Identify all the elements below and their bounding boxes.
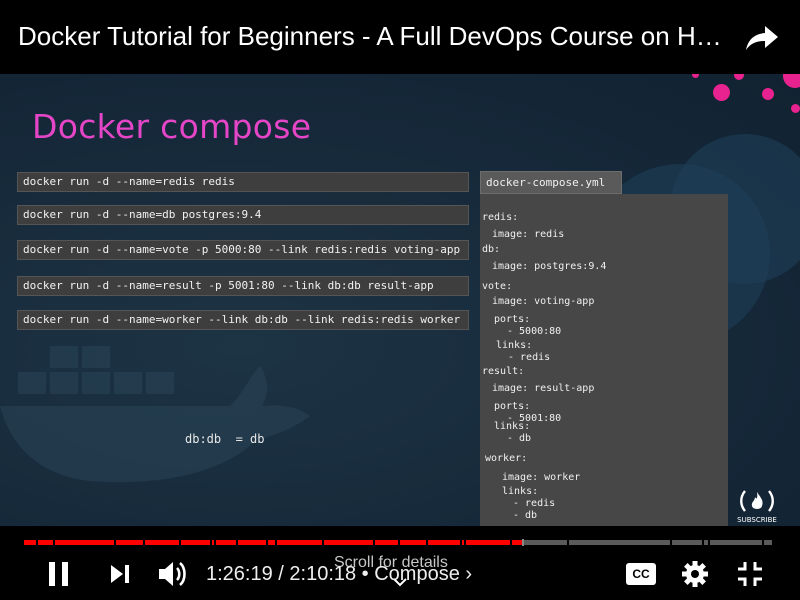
chapter-segment-remaining[interactable] [672, 540, 702, 545]
pause-icon [49, 562, 68, 586]
command-line: docker run -d --name=worker --link db:db… [17, 310, 469, 330]
exit-fullscreen-icon [738, 562, 762, 586]
freecodecamp-flame-icon [740, 490, 774, 512]
video-player[interactable]: Docker compose docker run -d --name=redi… [0, 74, 800, 526]
chapter-segment-played[interactable] [428, 540, 460, 545]
command-line: docker run -d --name=result -p 5001:80 -… [17, 276, 469, 296]
yaml-line: image: worker [502, 472, 581, 483]
accent-dot [734, 74, 744, 80]
gear-icon [682, 561, 708, 587]
player-controls: Scroll for details 1:26:19 / 2:10:18 • C… [0, 526, 800, 600]
captions-label: CC [632, 567, 650, 581]
yaml-line: - redis [513, 498, 556, 509]
chapter-segment-played[interactable] [324, 540, 373, 545]
scrubber-handle[interactable] [521, 539, 524, 546]
yaml-line: links: [502, 486, 539, 497]
chapter-segment-remaining[interactable] [569, 540, 670, 545]
chapter-segment-remaining[interactable] [710, 540, 762, 545]
yaml-line: image: result-app [492, 383, 595, 394]
docker-whale-watermark [0, 346, 310, 483]
yaml-line: image: postgres:9.4 [492, 261, 607, 272]
pause-button[interactable] [46, 560, 72, 588]
settings-button[interactable] [681, 560, 709, 588]
chapter-chevron-icon: › [465, 563, 473, 585]
progress-bar[interactable] [24, 539, 774, 546]
chapter-segment-played[interactable] [24, 540, 36, 545]
yaml-line: links: [496, 340, 533, 351]
slide-title: Docker compose [32, 107, 312, 146]
exit-fullscreen-button[interactable] [736, 560, 764, 588]
command-line: docker run -d --name=redis redis [17, 172, 469, 192]
chapter-segment-played[interactable] [268, 540, 275, 545]
accent-dot [783, 74, 800, 88]
command-line: docker run -d --name=db postgres:9.4 [17, 205, 469, 225]
chapter-segment-played[interactable] [181, 540, 210, 545]
accent-dot [791, 104, 800, 113]
chapter-segment-played[interactable] [238, 540, 266, 545]
accent-dot [762, 88, 774, 100]
yaml-line: - redis [508, 352, 551, 363]
chapter-segment-played[interactable] [462, 540, 464, 545]
accent-dot [713, 84, 730, 101]
chapter-segment-remaining[interactable] [764, 540, 772, 545]
yaml-line: vote: [482, 281, 513, 292]
next-icon [111, 565, 129, 583]
chapter-segment-played[interactable] [55, 540, 114, 545]
yaml-line: - db [507, 433, 532, 444]
time-display[interactable]: 1:26:19 / 2:10:18 • Compose › [206, 562, 472, 586]
yaml-line: links: [494, 421, 531, 432]
chapter-segment-played[interactable] [145, 540, 179, 545]
yaml-line: db: [482, 244, 501, 255]
time-chapter-text: 1:26:19 / 2:10:18 • Compose [206, 563, 460, 585]
video-title[interactable]: Docker Tutorial for Beginners - A Full D… [18, 20, 728, 52]
command-line: docker run -d --name=vote -p 5000:80 --l… [17, 240, 469, 260]
volume-icon [159, 562, 186, 586]
title-bar: Docker Tutorial for Beginners - A Full D… [0, 0, 800, 74]
link-alias-note: db:db = db [185, 432, 265, 446]
captions-button[interactable]: CC [626, 563, 656, 585]
chapter-segment-remaining[interactable] [704, 540, 708, 545]
volume-button[interactable] [157, 559, 189, 589]
yaml-line: result: [482, 366, 525, 377]
yaml-line: - db [513, 510, 538, 521]
yaml-line: redis: [482, 212, 519, 223]
accent-dot [692, 74, 699, 78]
yaml-line: ports: [494, 314, 531, 325]
yaml-line: image: voting-app [492, 296, 595, 307]
chapter-segment-played[interactable] [116, 540, 143, 545]
next-button[interactable] [108, 562, 132, 586]
compose-filename-tab: docker-compose.yml [480, 171, 622, 194]
compose-file-panel: redis: image: redis db: image: postgres:… [480, 194, 728, 526]
chapter-segment-played[interactable] [400, 540, 426, 545]
subscribe-label: SUBSCRIBE [737, 516, 777, 524]
chapter-segment-remaining[interactable] [522, 540, 567, 545]
chapter-segment-played[interactable] [466, 540, 510, 545]
yaml-line: worker: [485, 453, 528, 464]
yaml-line: - 5000:80 [507, 326, 562, 337]
share-button[interactable] [742, 18, 782, 58]
yaml-line: image: redis [492, 229, 565, 240]
share-arrow-icon [746, 26, 778, 50]
chapter-segment-played[interactable] [212, 540, 214, 545]
chapter-segment-played[interactable] [277, 540, 322, 545]
yaml-line: ports: [494, 401, 531, 412]
captions-icon: CC [626, 563, 656, 585]
freecodecamp-logo[interactable]: SUBSCRIBE [736, 488, 778, 526]
chapter-segment-played[interactable] [375, 540, 398, 545]
chapter-segment-played[interactable] [216, 540, 236, 545]
chapter-segment-played[interactable] [38, 540, 53, 545]
